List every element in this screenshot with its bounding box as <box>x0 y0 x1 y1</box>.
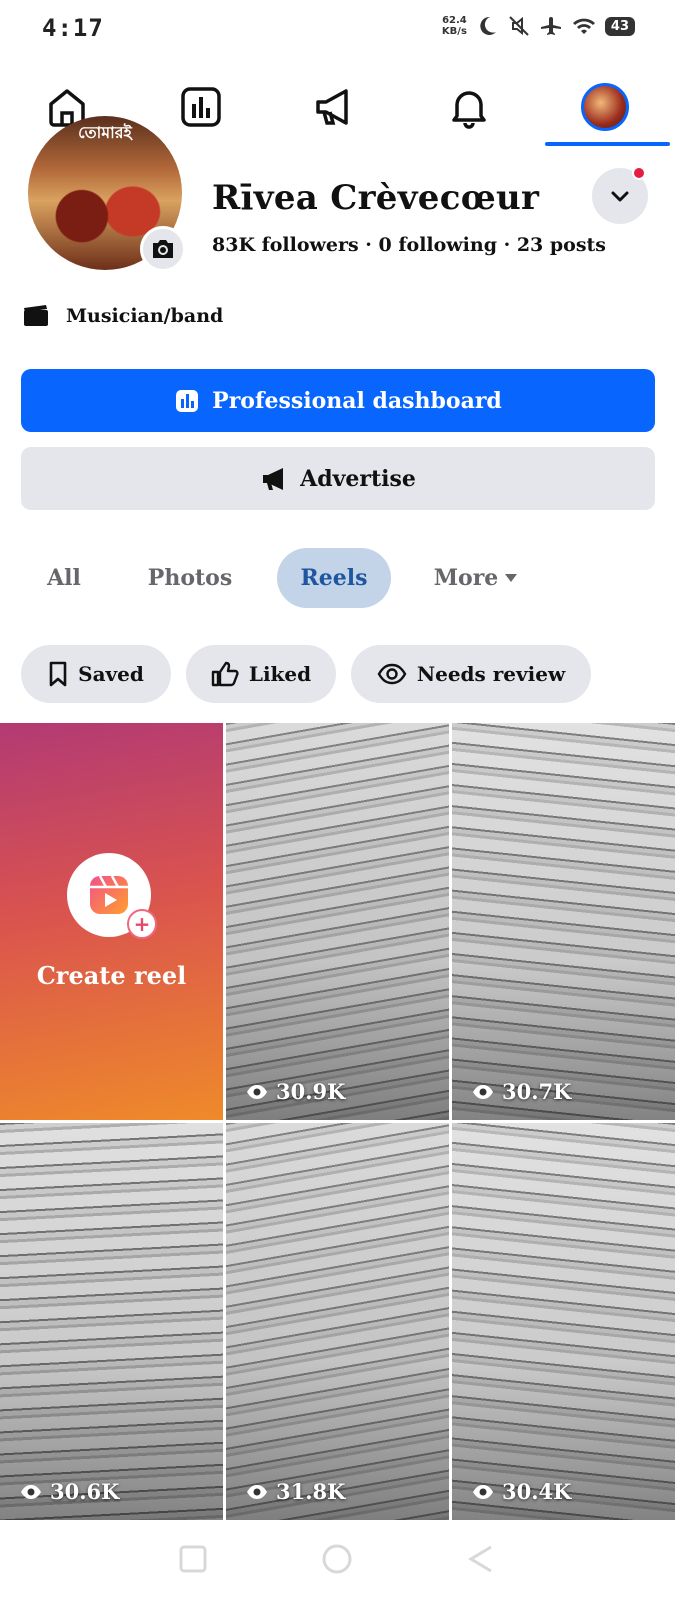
status-icons: 62.4 KB/s 43 <box>442 14 635 38</box>
clapperboard-icon <box>24 305 48 326</box>
recents-icon[interactable] <box>176 1542 210 1576</box>
profile-stats[interactable]: 83K followers · 0 following · 23 posts <box>212 234 606 256</box>
change-photo-button[interactable] <box>140 226 186 272</box>
professional-dashboard-label: Professional dashboard <box>212 387 502 414</box>
eye-icon <box>377 663 407 685</box>
filter-needs-review[interactable]: Needs review <box>351 645 591 703</box>
eye-icon <box>21 1484 41 1499</box>
reel-filters: Saved Liked Needs review <box>0 645 675 703</box>
view-count: 30.4K <box>472 1479 571 1504</box>
view-count-value: 30.9K <box>276 1079 346 1104</box>
view-count: 30.9K <box>246 1079 345 1104</box>
tab-photos[interactable]: Photos <box>134 548 246 608</box>
eye-icon <box>473 1084 493 1099</box>
wifi-icon <box>572 18 595 34</box>
filter-needs-review-label: Needs review <box>416 662 566 686</box>
profile-picture-banner: তোমারই <box>78 123 132 142</box>
profile-name: Rīvea Crèvecœur <box>212 178 540 218</box>
advertise-label: Advertise <box>300 465 416 492</box>
thumbnail-shade <box>0 1123 223 1520</box>
create-reel-tile[interactable]: + Create reel <box>0 723 223 1120</box>
reel-thumbnail[interactable]: 31.8K <box>226 1123 449 1520</box>
moon-icon <box>480 16 496 35</box>
net-speed-unit: KB/s <box>441 26 467 37</box>
status-bar: 4:17 62.4 KB/s 43 <box>0 0 675 62</box>
thumbnail-shade <box>226 723 449 1120</box>
nav-notifications[interactable] <box>404 68 534 146</box>
view-count-value: 31.8K <box>276 1479 346 1504</box>
back-icon[interactable] <box>464 1542 498 1576</box>
tab-reels[interactable]: Reels <box>277 548 391 608</box>
view-count: 30.6K <box>20 1479 119 1504</box>
filter-saved-label: Saved <box>78 662 144 686</box>
megaphone-icon <box>263 467 284 490</box>
profile-avatar <box>581 83 629 131</box>
notification-dot <box>632 166 646 180</box>
thumbnail-shade <box>452 1123 675 1520</box>
reel-thumbnail[interactable]: 30.6K <box>0 1123 223 1520</box>
reel-thumbnail[interactable]: 30.4K <box>452 1123 675 1520</box>
plus-icon: + <box>127 909 157 939</box>
filter-saved[interactable]: Saved <box>21 645 171 703</box>
tab-more[interactable]: More <box>418 548 534 608</box>
profile-category: Musician/band <box>22 304 223 328</box>
system-navigation <box>0 1520 675 1600</box>
eye-icon <box>247 1484 267 1499</box>
filter-liked[interactable]: Liked <box>186 645 336 703</box>
tab-all[interactable]: All <box>28 548 100 608</box>
thumbnail-shade <box>452 723 675 1120</box>
create-reel-label: Create reel <box>36 961 187 990</box>
nav-profile[interactable] <box>540 68 670 146</box>
battery-icon: 43 <box>604 16 635 36</box>
net-speed-value: 62.4 <box>442 15 467 26</box>
professional-dashboard-button[interactable]: Professional dashboard <box>21 369 655 432</box>
nav-ads[interactable] <box>270 68 400 146</box>
megaphone-icon <box>316 89 348 125</box>
tab-more-label: More <box>433 565 499 591</box>
chevron-down-icon <box>611 191 629 202</box>
dashboard-icon <box>176 389 199 412</box>
tab-reels-label: Reels <box>300 565 368 591</box>
view-count-value: 30.4K <box>502 1479 572 1504</box>
reel-thumbnail[interactable]: 30.9K <box>226 723 449 1120</box>
dashboard-icon <box>181 87 221 127</box>
view-count: 30.7K <box>472 1079 571 1104</box>
caret-down-icon <box>505 574 518 582</box>
thumbnail-shade <box>226 1123 449 1520</box>
advertise-button[interactable]: Advertise <box>21 447 655 510</box>
eye-icon <box>473 1484 493 1499</box>
airplane-icon <box>540 17 561 35</box>
reels-grid: + Create reel 30.9K 30.7K 30.6K 31.8K 30… <box>0 723 675 1520</box>
home-button-icon[interactable] <box>320 1542 354 1576</box>
eye-icon <box>247 1084 267 1099</box>
bookmark-icon <box>49 661 67 687</box>
camera-icon <box>153 240 173 258</box>
tab-photos-label: Photos <box>147 565 233 591</box>
content-tabs: All Photos Reels More <box>0 548 675 608</box>
reel-thumbnail[interactable]: 30.7K <box>452 723 675 1120</box>
tab-all-label: All <box>47 565 81 591</box>
view-count-value: 30.6K <box>50 1479 120 1504</box>
view-count: 31.8K <box>246 1479 345 1504</box>
mute-icon <box>509 16 529 36</box>
status-time: 4:17 <box>42 14 104 42</box>
category-label: Musician/band <box>66 305 224 327</box>
network-speed: 62.4 KB/s <box>442 15 467 37</box>
thumbs-up-icon <box>211 661 239 687</box>
filter-liked-label: Liked <box>248 662 312 686</box>
bell-icon <box>452 91 486 129</box>
view-count-value: 30.7K <box>502 1079 572 1104</box>
